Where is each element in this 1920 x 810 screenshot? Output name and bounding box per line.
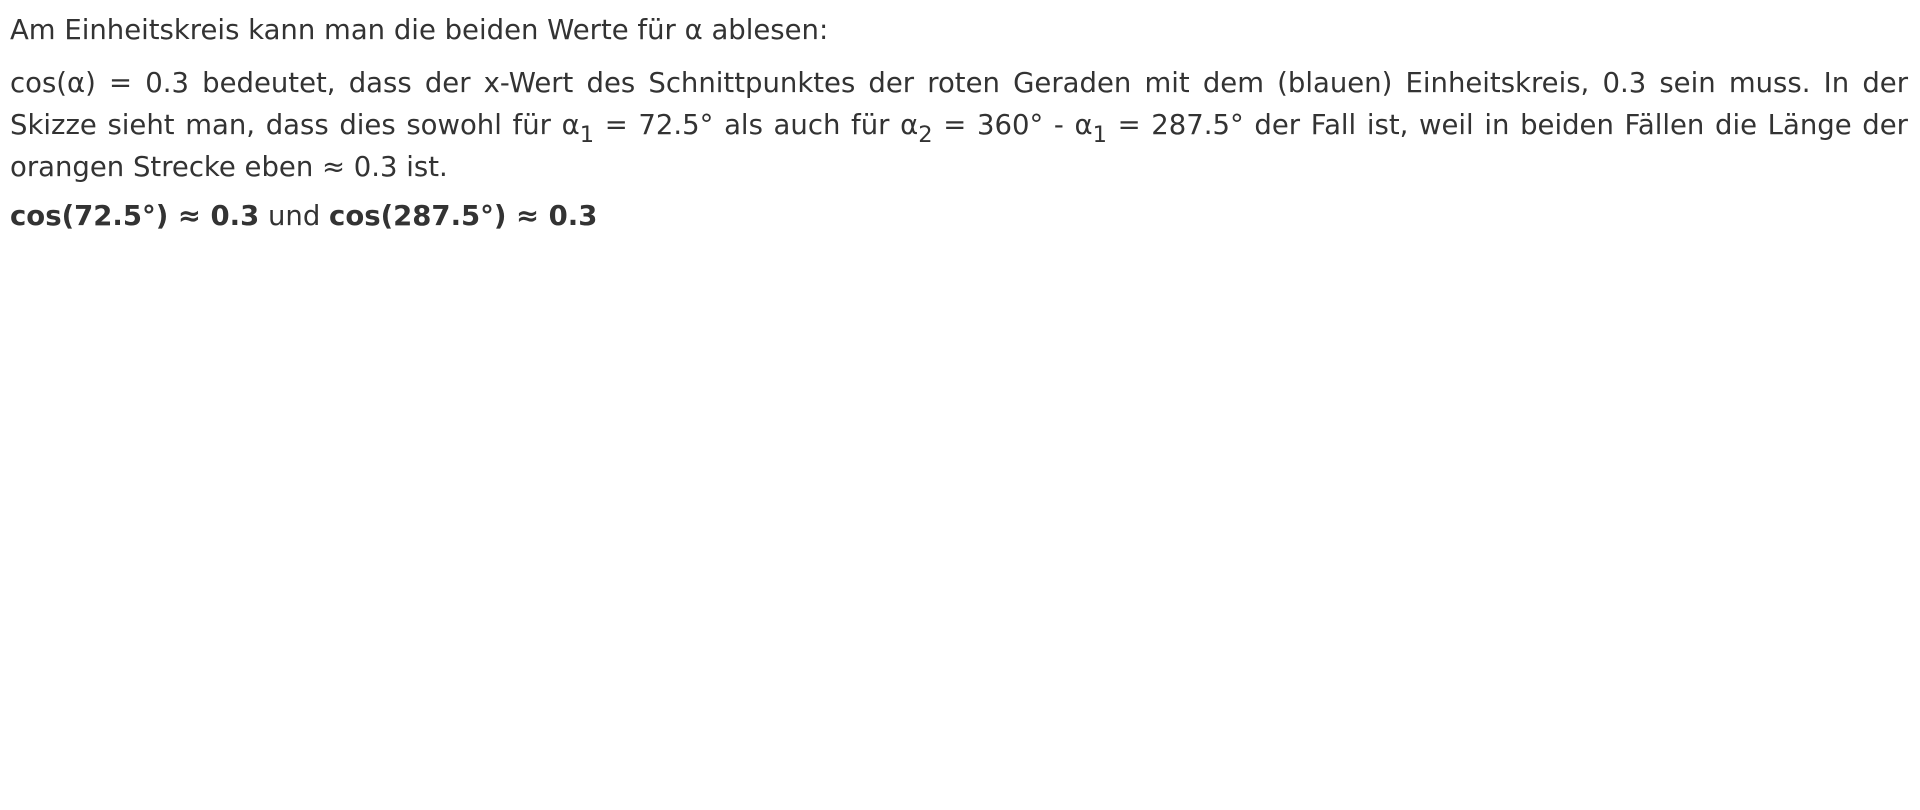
explanation-paragraph: cos(α) = 0.3 bedeutet, dass der x-Wert d… bbox=[10, 62, 1908, 188]
alpha-subscript-3: 1 bbox=[1092, 121, 1107, 148]
intro-text: Am Einheitskreis kann man die beiden Wer… bbox=[10, 14, 829, 46]
alpha-subscript-2: 2 bbox=[918, 121, 933, 148]
explanation-text-part-3: = 360° - α bbox=[932, 109, 1093, 141]
result-connector: und bbox=[259, 200, 330, 232]
result-first-equation: cos(72.5°) ≈ 0.3 bbox=[10, 200, 260, 232]
solution-content: Am Einheitskreis kann man die beiden Wer… bbox=[10, 10, 1908, 238]
result-second-equation: cos(287.5°) ≈ 0.3 bbox=[329, 200, 598, 232]
explanation-text-part-2: = 72.5° als auch für α bbox=[594, 109, 919, 141]
alpha-subscript-1: 1 bbox=[579, 121, 595, 148]
result-line: cos(72.5°) ≈ 0.3 und cos(287.5°) ≈ 0.3 bbox=[10, 194, 1908, 238]
